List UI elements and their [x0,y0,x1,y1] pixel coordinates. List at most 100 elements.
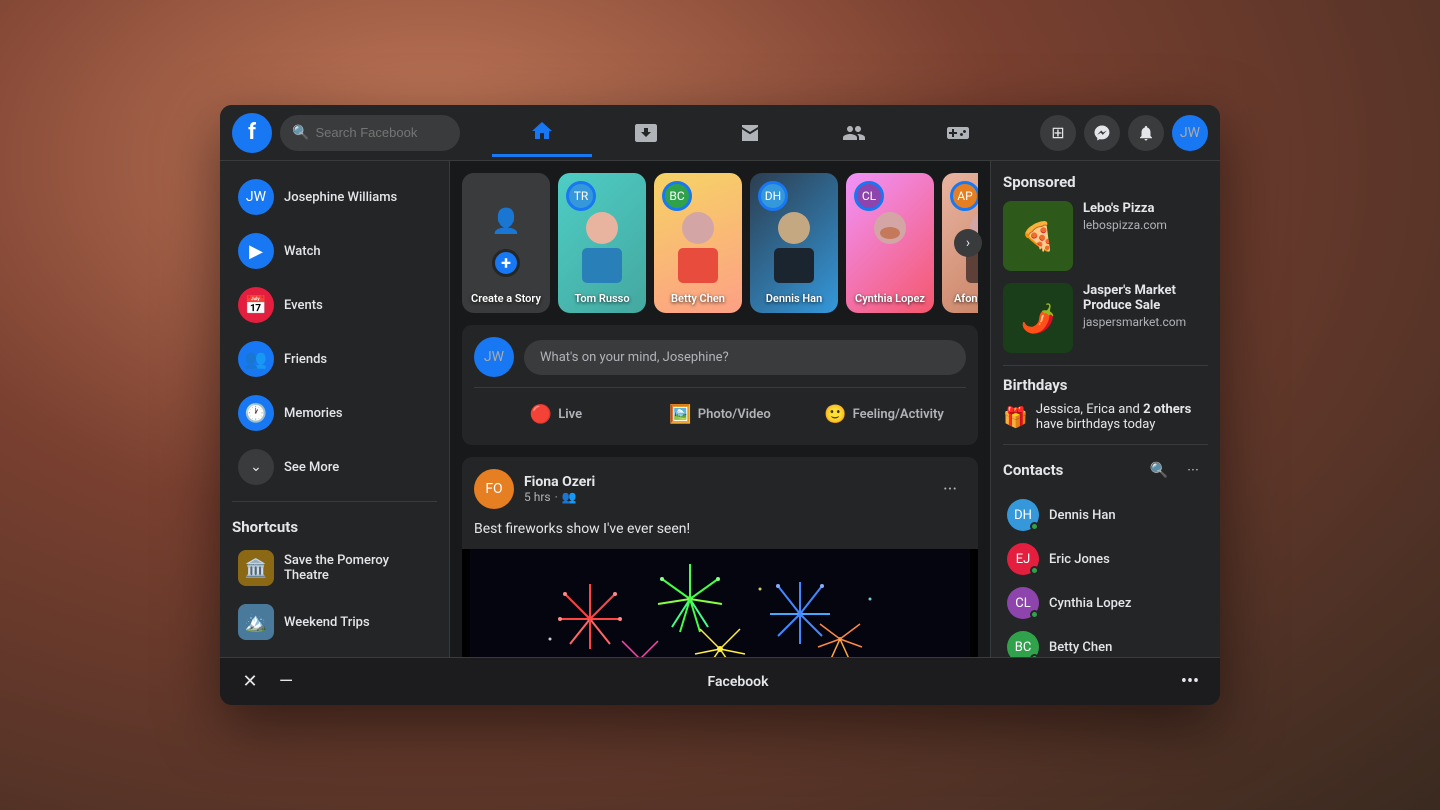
post-image [462,549,978,657]
sidebar-memories-label: Memories [284,406,343,421]
grid-icon-btn[interactable]: ⊞ [1040,115,1076,151]
bottom-more-btn[interactable]: ••• [1176,668,1204,696]
sponsored-title: Sponsored [1003,173,1208,191]
post-author-name: Fiona Ozeri [524,474,924,490]
story-tom[interactable]: TR Tom Russo [558,173,646,313]
contacts-more-btn[interactable]: ··· [1178,455,1208,485]
nav-center [460,109,1040,157]
messenger-icon-btn[interactable] [1084,115,1120,151]
contact-betty[interactable]: BC Betty Chen [1003,625,1208,657]
birthday-icon: 🎁 [1003,405,1028,429]
contact-eric-name: Eric Jones [1049,552,1110,567]
nav-tab-watch[interactable] [596,109,696,157]
stories-row: 👤 + Create a Story TR Tom Russo [462,173,978,313]
search-input[interactable] [315,125,448,140]
sidebar-item-watch[interactable]: ▶ Watch [226,225,443,277]
story-betty-label: Betty Chen [654,292,742,305]
bottom-title: Facebook [300,674,1176,690]
right-divider-2 [1003,444,1208,445]
nav-tab-groups[interactable] [804,109,904,157]
story-cynthia-avatar: CL [854,181,884,211]
post-meta: 5 hrs · 👥 [524,490,924,504]
photo-btn[interactable]: 🖼️ Photo/Video [638,396,802,433]
story-betty-avatar: BC [662,181,692,211]
user-avatar[interactable]: JW [1172,115,1208,151]
sidebar-events-label: Events [284,298,323,313]
contact-cynthia[interactable]: CL Cynthia Lopez [1003,581,1208,625]
right-sidebar: Sponsored 🍕 Lebo's Pizza lebospizza.com … [990,161,1220,657]
ad-jaspers[interactable]: 🌶️ Jasper's Market Produce Sale jaspersm… [1003,283,1208,353]
sidebar-item-events[interactable]: 📅 Events [226,279,443,331]
nav-tab-gaming[interactable] [908,109,1008,157]
contact-eric[interactable]: EJ Eric Jones [1003,537,1208,581]
main-content: JW Josephine Williams ▶ Watch 📅 Events 👥… [220,161,1220,657]
sidebar-item-user[interactable]: JW Josephine Williams [226,171,443,223]
post-time: 5 hrs [524,490,551,504]
pomeroy-label: Save the Pomeroy Theatre [284,553,431,583]
post-more-btn[interactable]: ··· [934,473,966,505]
ad-lebo[interactable]: 🍕 Lebo's Pizza lebospizza.com [1003,201,1208,271]
story-afonso-label: Afonso Pinto [942,292,978,305]
sidebar-item-friends[interactable]: 👥 Friends [226,333,443,385]
fireworks-svg [462,549,978,657]
jaspers-ad-thumb: 🌶️ [1003,283,1073,353]
photo-label: Photo/Video [698,407,771,422]
story-betty[interactable]: BC Betty Chen [654,173,742,313]
live-btn[interactable]: 🔴 Live [474,396,638,433]
birthdays-section: Birthdays 🎁 Jessica, Erica and 2 others … [1003,376,1208,432]
contact-betty-online [1030,654,1039,657]
app-window: f 🔍 ⊞ [220,105,1220,705]
nav-tab-marketplace[interactable] [700,109,800,157]
sidebar-see-more-label: See More [284,460,339,475]
photo-icon: 🖼️ [669,404,691,425]
feeling-label: Feeling/Activity [853,407,944,422]
bottom-close-btn[interactable]: ✕ [236,668,264,696]
contacts-header: Contacts 🔍 ··· [1003,455,1208,485]
feeling-btn[interactable]: 🙂 Feeling/Activity [802,396,966,433]
see-more-icon: ⌄ [238,449,274,485]
story-afonso-avatar: AP [950,181,978,211]
search-bar[interactable]: 🔍 [280,115,460,151]
stories-next-btn[interactable]: › [954,229,982,257]
story-dennis-label: Dennis Han [750,292,838,305]
create-story-card[interactable]: 👤 + Create a Story [462,173,550,313]
notifications-icon-btn[interactable] [1128,115,1164,151]
nav-tab-home[interactable] [492,109,592,157]
contact-dennis-online [1030,522,1039,531]
composer-actions: 🔴 Live 🖼️ Photo/Video 🙂 Feeling/Activity [474,387,966,433]
story-dennis[interactable]: DH Dennis Han [750,173,838,313]
birthdays-title: Birthdays [1003,376,1208,394]
story-cynthia-label: Cynthia Lopez [846,292,934,305]
composer-top: JW What's on your mind, Josephine? [474,337,966,377]
friends-icon: 👥 [238,341,274,377]
story-dennis-avatar: DH [758,181,788,211]
top-nav: f 🔍 ⊞ [220,105,1220,161]
post-header: FO Fiona Ozeri 5 hrs · 👥 ··· [462,457,978,521]
facebook-logo[interactable]: f [232,113,272,153]
contact-dennis[interactable]: DH Dennis Han [1003,493,1208,537]
watch-icon: ▶ [238,233,274,269]
create-story-label: Create a Story [462,292,550,305]
right-divider-1 [1003,365,1208,366]
post-visibility-icon: 👥 [562,490,577,504]
live-label: Live [558,407,582,422]
bottom-minimize-btn[interactable]: — [272,668,300,696]
contacts-search-btn[interactable]: 🔍 [1144,455,1174,485]
sidebar-divider-1 [232,501,437,502]
birthday-item: 🎁 Jessica, Erica and 2 others have birth… [1003,402,1208,432]
sidebar-item-weekend[interactable]: 🏔️ Weekend Trips [226,596,443,648]
contact-eric-online [1030,566,1039,575]
memories-icon: 🕐 [238,395,274,431]
left-sidebar: JW Josephine Williams ▶ Watch 📅 Events 👥… [220,161,450,657]
composer-input[interactable]: What's on your mind, Josephine? [524,340,966,375]
create-story-plus-icon: + [492,249,520,277]
sidebar-item-see-more[interactable]: ⌄ See More [226,441,443,493]
story-cynthia[interactable]: CL Cynthia Lopez [846,173,934,313]
sidebar-item-pomeroy[interactable]: 🏛️ Save the Pomeroy Theatre [226,542,443,594]
contact-cynthia-online [1030,610,1039,619]
events-icon: 📅 [238,287,274,323]
sidebar-item-memories[interactable]: 🕐 Memories [226,387,443,439]
post-card: FO Fiona Ozeri 5 hrs · 👥 ··· Best firewo… [462,457,978,657]
sidebar-item-jaspers[interactable]: 🌿 Jasper's Market [226,650,443,657]
post-author-avatar: FO [474,469,514,509]
